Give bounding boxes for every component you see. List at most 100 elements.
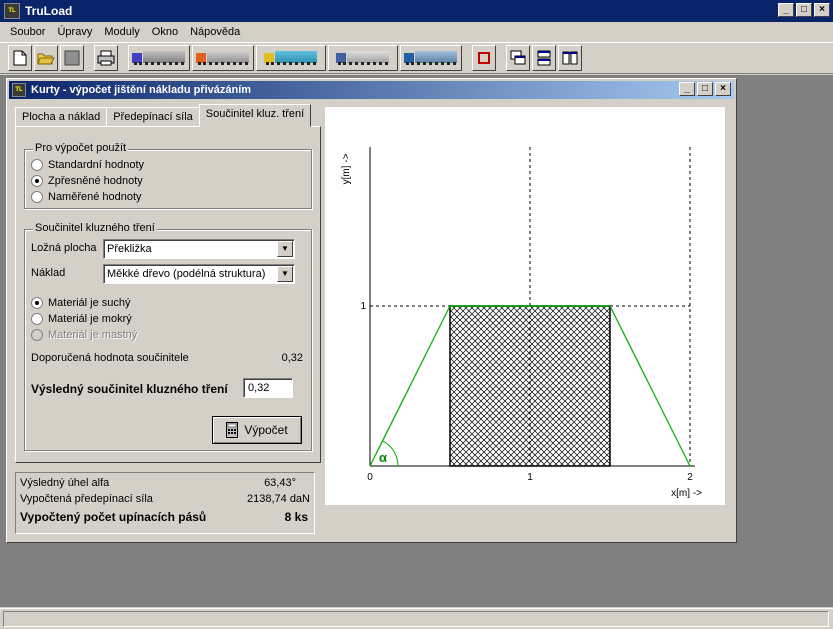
cascade-icon [510,50,526,65]
menu-soubor[interactable]: Soubor [4,26,51,38]
tab-predepinaci[interactable]: Předepínací síla [106,107,200,127]
radio-precise[interactable]: Zpřesněné hodnoty [31,175,143,187]
menu-bar: Soubor Úpravy Moduly Okno Nápověda [0,22,833,42]
radio-measured-label: Naměřené hodnoty [48,191,142,203]
minimize-button[interactable]: _ [778,3,794,17]
x-tick-label: 0 [367,472,373,483]
child-minimize-button[interactable]: _ [679,82,695,96]
tile-vertical-button[interactable] [558,45,582,71]
tile-vertical-icon [562,51,578,65]
radio-precise-dot[interactable] [31,175,43,187]
count-label: Vypočtený počet upínacích pásů [20,510,207,524]
surface-select[interactable]: Překližka ▼ [103,239,295,259]
compute-button-label: Výpočet [244,423,288,437]
radio-greasy: Materiál je mastný [31,329,137,341]
truck4-icon [336,51,390,65]
tab-plocha[interactable]: Plocha a náklad [15,107,108,127]
new-button[interactable] [8,45,32,71]
force-value: 2138,74 daN [247,493,310,505]
kurty-window: TL Kurty - výpočet jištění nákladu přivá… [6,78,737,543]
tab-soucinitel[interactable]: Součinitel kluz. tření [198,104,312,127]
x-tick-label: 2 [687,472,693,483]
tile-horizontal-button[interactable] [532,45,556,71]
results-panel: Výsledný úhel alfa 63,43° Vypočtená před… [15,472,315,534]
radio-dry[interactable]: Materiál je suchý [31,297,131,309]
cargo-box [449,305,611,467]
menu-okno[interactable]: Okno [146,26,184,38]
lashing-chart: α0 1 2 1 x[m] -> y[m] -> [341,147,702,499]
menu-napoveda[interactable]: Nápověda [184,26,246,38]
recommended-label: Doporučená hodnota součinitele [31,352,189,364]
truck3-button[interactable] [256,45,326,71]
maximize-button[interactable]: □ [796,3,812,17]
group-friction-label: Součinitel kluzného tření [33,222,157,234]
print-icon [97,50,115,66]
calculator-icon [226,422,239,438]
angle-label: α [379,450,387,465]
radio-measured[interactable]: Naměřené hodnoty [31,191,142,203]
truck2-button[interactable] [192,45,254,71]
erase-button[interactable] [472,45,496,71]
radio-greasy-dot [31,329,43,341]
radio-greasy-label: Materiál je mastný [48,329,138,341]
menu-upravy[interactable]: Úpravy [51,26,98,38]
chevron-down-icon[interactable]: ▼ [277,266,293,282]
radio-standard[interactable]: Standardní hodnoty [31,159,144,171]
strap-left [369,305,451,467]
force-label: Vypočtená předepínací síla [20,493,153,505]
save-button[interactable] [60,45,84,71]
x-tick-label: 1 [527,472,533,483]
new-icon [13,50,27,66]
radio-standard-dot[interactable] [31,159,43,171]
radio-precise-label: Zpřesněné hodnoty [48,175,143,187]
load-select[interactable]: Měkké dřevo (podélná struktura) ▼ [103,264,295,284]
angle-label: Výsledný úhel alfa [20,477,110,489]
truck1-button[interactable] [128,45,190,71]
open-button[interactable] [34,45,58,71]
recommended-value: 0,32 [281,352,303,364]
open-icon [37,53,55,65]
menu-moduly[interactable]: Moduly [98,26,145,38]
result-coef-label: Výsledný součinitel kluzného tření [31,382,228,396]
close-button[interactable]: × [814,3,830,17]
chevron-down-icon[interactable]: ▼ [277,241,293,257]
lashing-diagram: α 0 1 2 1 x[m] -> y[m] -> [325,107,725,505]
kurty-title-bar: TL Kurty - výpočet jištění nákladu přivá… [9,81,734,99]
group-calc-source-label: Pro výpočet použít [33,142,129,154]
app-logo-icon: TL [4,3,20,19]
tab-panel: Pro výpočet použít Standardní hodnoty Zp… [15,126,321,463]
cascade-button[interactable] [506,45,530,71]
surface-label: Ložná plocha [31,242,97,254]
radio-wet[interactable]: Materiál je mokrý [31,313,132,325]
child-maximize-button[interactable]: □ [697,82,713,96]
truck5-icon [404,51,458,65]
app-title-bar: TL TruLoad _ □ × [0,0,833,22]
load-select-value: Měkké dřevo (podélná struktura) [107,268,266,280]
toolbar [0,42,833,74]
truck4-button[interactable] [328,45,398,71]
child-close-button[interactable]: × [715,82,731,96]
radio-standard-label: Standardní hodnoty [48,159,145,171]
result-coef-input[interactable]: 0,32 [243,378,293,398]
compute-button[interactable]: Výpočet [212,416,302,444]
window-title: Kurty - výpočet jištění nákladu přivázán… [31,84,252,96]
status-panel [3,611,829,627]
truck3-icon [264,51,318,65]
truck5-button[interactable] [400,45,462,71]
app-title: TruLoad [25,4,73,18]
load-label: Náklad [31,267,66,279]
angle-value: 63,43° [264,477,296,489]
y-axis-label: y[m] -> [341,153,352,184]
radio-dry-label: Materiál je suchý [48,297,131,309]
print-button[interactable] [94,45,118,71]
radio-measured-dot[interactable] [31,191,43,203]
radio-wet-label: Materiál je mokrý [48,313,132,325]
tab-strip: Plocha a náklad Předepínací síla Součini… [15,104,312,127]
save-icon [64,50,80,66]
radio-dry-dot[interactable] [31,297,43,309]
group-calc-source: Pro výpočet použít Standardní hodnoty Zp… [24,142,312,209]
y-tick-label: 1 [360,301,366,312]
radio-wet-dot[interactable] [31,313,43,325]
count-value: 8 ks [284,510,308,524]
surface-select-value: Překližka [107,243,152,255]
